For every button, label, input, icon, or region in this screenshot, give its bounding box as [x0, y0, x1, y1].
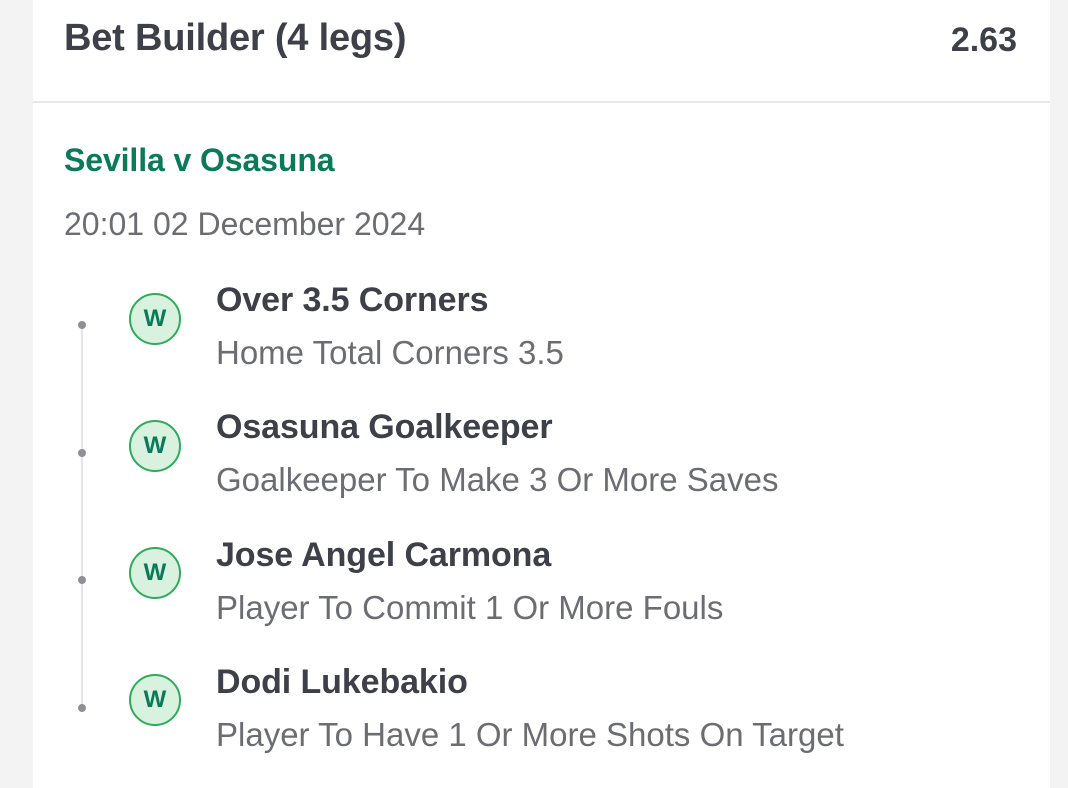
bet-leg: W Jose Angel Carmona Player To Commit 1 … — [33, 535, 1050, 655]
leg-selection: Osasuna Goalkeeper — [216, 408, 553, 446]
win-status-icon: W — [129, 420, 181, 472]
timeline-dot — [78, 449, 86, 457]
page: Bet Builder (4 legs) 2.63 Sevilla v Osas… — [0, 0, 1068, 788]
leg-selection: Over 3.5 Corners — [216, 281, 489, 319]
win-status-icon: W — [129, 674, 181, 726]
timeline-dot — [78, 321, 86, 329]
leg-market: Player To Have 1 Or More Shots On Target — [216, 716, 844, 753]
win-status-icon: W — [129, 547, 181, 599]
bet-title: Bet Builder (4 legs) — [64, 17, 407, 59]
bet-header: Bet Builder (4 legs) 2.63 — [33, 0, 1050, 103]
event-title[interactable]: Sevilla v Osasuna — [64, 141, 335, 179]
win-status-icon: W — [129, 293, 181, 345]
leg-selection: Dodi Lukebakio — [216, 663, 468, 701]
event-datetime: 20:01 02 December 2024 — [64, 206, 426, 242]
leg-market: Player To Commit 1 Or More Fouls — [216, 589, 724, 626]
leg-selection: Jose Angel Carmona — [216, 536, 552, 574]
bet-leg: W Dodi Lukebakio Player To Have 1 Or Mor… — [33, 662, 1050, 782]
bet-leg: W Osasuna Goalkeeper Goalkeeper To Make … — [33, 407, 1050, 527]
bet-leg: W Over 3.5 Corners Home Total Corners 3.… — [33, 280, 1050, 400]
leg-market: Goalkeeper To Make 3 Or More Saves — [216, 461, 779, 498]
bet-odds: 2.63 — [950, 21, 1017, 59]
timeline-dot — [78, 576, 86, 584]
timeline-dot — [78, 704, 86, 712]
bet-builder-card: Bet Builder (4 legs) 2.63 Sevilla v Osas… — [33, 0, 1050, 788]
leg-market: Home Total Corners 3.5 — [216, 334, 564, 371]
